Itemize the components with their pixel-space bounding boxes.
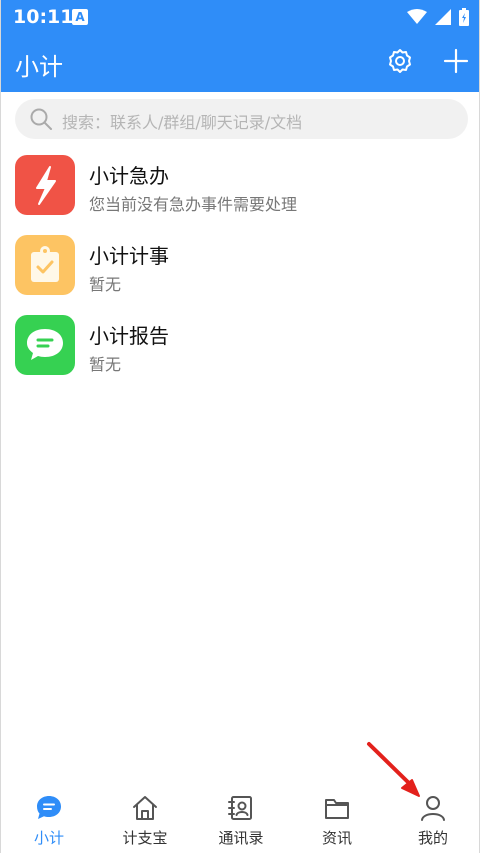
nav-label: 通讯录 (218, 829, 264, 847)
list-item-title: 小计急办 (89, 164, 169, 188)
status-time: 10:11 (13, 6, 74, 28)
signal-icon (435, 9, 451, 25)
nav-label: 资讯 (321, 829, 352, 847)
status-bar: 10:11 A (1, 0, 479, 34)
status-icons (407, 7, 469, 27)
page-title: 小计 (15, 53, 63, 81)
list-item-title: 小计计事 (89, 244, 169, 268)
status-a-icon: A (72, 9, 88, 25)
list-item-title: 小计报告 (89, 324, 169, 348)
app-frame: 10:11 A 小计 搜索：联系人/群组/聊天记录/文档 小计急办 您当前没有急… (0, 0, 480, 853)
list-item-subtitle: 暂无 (89, 355, 122, 374)
lightning-icon (15, 155, 75, 215)
nav-label: 我的 (417, 829, 448, 847)
list-item-subtitle: 暂无 (89, 275, 122, 294)
folder-icon (325, 799, 349, 819)
contacts-icon (228, 796, 252, 820)
chat-bubble-icon (15, 315, 75, 375)
nav-item-jizhibao[interactable]: 计支宝 (97, 783, 193, 853)
search-placeholder: 搜索：联系人/群组/聊天记录/文档 (62, 113, 303, 132)
conversation-list: 小计急办 您当前没有急办事件需要处理 小计计事 暂无 小计报告 暂无 (1, 150, 479, 390)
list-item-subtitle: 您当前没有急办事件需要处理 (89, 195, 298, 214)
search-icon (30, 108, 52, 130)
annotation-arrow-icon (367, 742, 420, 797)
nav-label: 计支宝 (122, 829, 168, 847)
wifi-icon (407, 9, 427, 24)
nav-label: 小计 (33, 829, 64, 847)
list-item[interactable]: 小计计事 暂无 (1, 230, 479, 310)
battery-icon (459, 8, 469, 26)
search-input[interactable]: 搜索：联系人/群组/聊天记录/文档 (15, 99, 468, 139)
top-bar: 10:11 A 小计 (1, 0, 479, 92)
chat-icon (37, 796, 61, 819)
gear-icon[interactable] (386, 47, 414, 75)
home-icon (133, 796, 157, 820)
plus-icon[interactable] (442, 47, 470, 75)
clipboard-icon (15, 235, 75, 295)
list-item[interactable]: 小计急办 您当前没有急办事件需要处理 (1, 150, 479, 230)
list-item[interactable]: 小计报告 暂无 (1, 310, 479, 390)
nav-item-xiaoji[interactable]: 小计 (1, 783, 97, 853)
nav-item-contacts[interactable]: 通讯录 (193, 783, 289, 853)
